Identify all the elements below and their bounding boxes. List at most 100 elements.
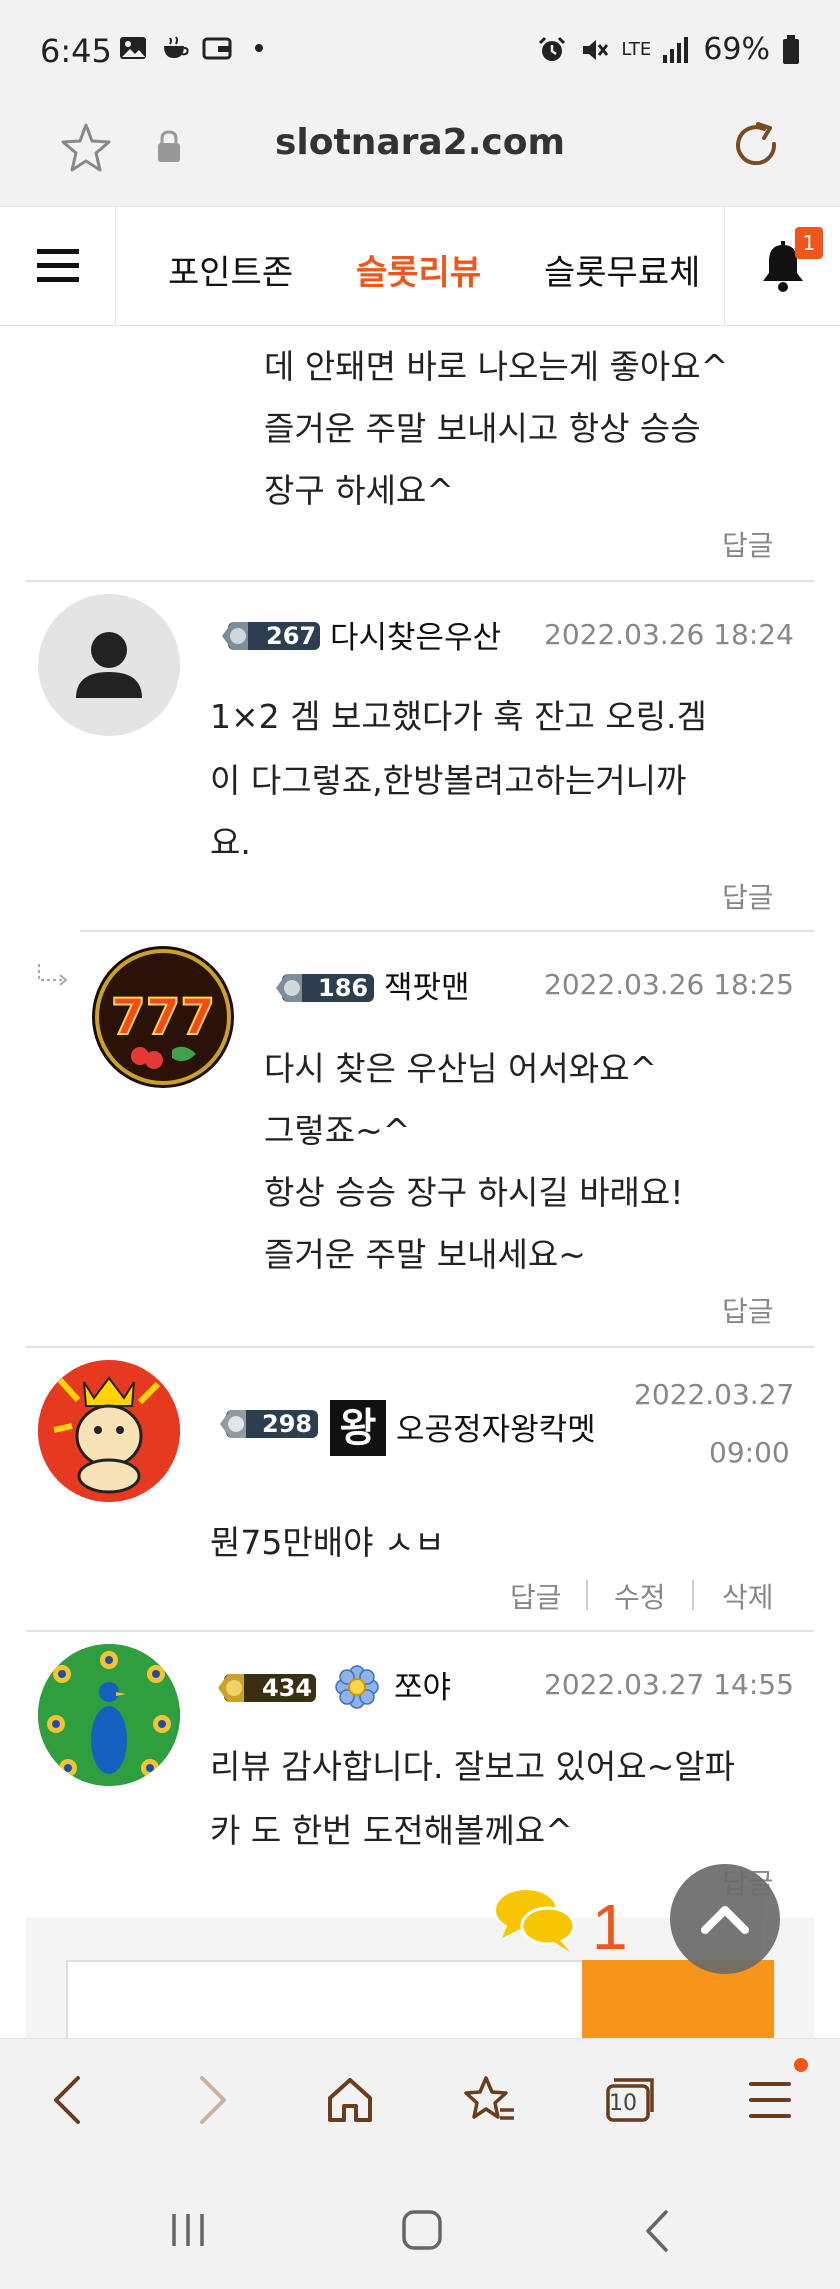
comment-text-line: 카 도 한번 도전해볼께요^	[210, 1811, 573, 1850]
comment-time: 09:00	[709, 1436, 790, 1469]
android-home-icon[interactable]	[400, 2208, 444, 2252]
notification-badge: 1	[795, 227, 823, 259]
tab-slot-free[interactable]: 슬롯무료체	[544, 245, 700, 294]
level-number: 298	[262, 1410, 313, 1438]
forward-button[interactable]	[172, 2060, 252, 2140]
comment-separator	[26, 580, 814, 582]
avatar-king[interactable]	[38, 1360, 180, 1502]
king-badge: 왕	[330, 1400, 386, 1456]
king-character-icon	[38, 1360, 180, 1502]
status-time: 6:45	[40, 32, 112, 70]
forward-arrow-icon	[200, 2076, 226, 2124]
comment-list: 데 안돼면 바로 나오는게 좋아요^ 즐거운 주말 보내시고 항상 승승 장구 …	[0, 326, 840, 2038]
mute-icon	[583, 39, 609, 60]
battery-percent: 69%	[703, 32, 770, 67]
status-bar: 6:45 LTE 69%	[0, 0, 840, 100]
comment-text-line: 1×2 겜 보고했다가 훅 잔고 오링.겜	[210, 697, 707, 736]
avatar-jackpot[interactable]: 777	[92, 946, 234, 1088]
wallet-icon	[202, 37, 232, 60]
comment-separator	[26, 1630, 814, 1632]
svg-text:777: 777	[111, 988, 215, 1046]
recent-apps-icon[interactable]	[168, 2210, 208, 2250]
reply-button[interactable]: 답글	[722, 524, 774, 564]
comment-nickname[interactable]: 다시찾은우산	[330, 612, 501, 657]
action-divider	[586, 1580, 588, 1610]
browser-toolbar	[0, 2038, 840, 2168]
peacock-icon	[38, 1644, 180, 1786]
comment-text-line: 요.	[210, 823, 251, 862]
avatar-default[interactable]	[38, 594, 180, 736]
hamburger-icon	[36, 249, 79, 282]
comment-nickname[interactable]: 쪼야	[394, 1662, 451, 1707]
alarm-icon	[539, 36, 566, 61]
reply-button[interactable]: 답글	[510, 1576, 562, 1616]
nav-tabs: 포인트존 슬롯리뷰 슬롯무료체	[116, 207, 724, 325]
comment-bubble-icon[interactable]	[490, 1880, 586, 1960]
comment-text-line: 리뷰 감사합니다. 잘보고 있어요~알파	[210, 1747, 736, 1786]
comment-separator	[26, 1346, 814, 1348]
comment-submit-button[interactable]	[582, 1960, 774, 2040]
back-arrow-icon	[54, 2076, 80, 2124]
comment-separator	[80, 930, 814, 932]
comment-nickname[interactable]: 잭팟맨	[384, 962, 470, 1007]
reply-button[interactable]: 답글	[722, 876, 774, 916]
comment-text-line: 뭔75만배야 ㅅㅂ	[210, 1523, 445, 1562]
status-icons-left	[118, 34, 274, 62]
home-icon	[328, 2078, 372, 2122]
tab-count: 10	[609, 2091, 637, 2116]
comment-date: 2022.03.27 14:55	[544, 1668, 794, 1701]
comment-text-line: 장구 하세요^	[264, 471, 454, 510]
home-button[interactable]	[310, 2060, 390, 2140]
status-icons-right: LTE 69%	[537, 32, 800, 67]
tab-point-zone[interactable]: 포인트존	[168, 245, 293, 294]
comment-date: 2022.03.26 18:25	[544, 968, 794, 1001]
comment-input[interactable]	[66, 1960, 584, 2040]
level-number: 186	[318, 974, 369, 1002]
menu-notification-dot	[794, 2058, 808, 2072]
comment-text-line: 이 다그렇죠,한방볼려고하는거니까	[210, 761, 687, 800]
edit-button[interactable]: 수정	[614, 1576, 666, 1616]
slot-777-icon: 777	[95, 949, 231, 1085]
android-nav-bar	[0, 2168, 840, 2289]
tabs-button[interactable]: 10	[590, 2060, 670, 2140]
scroll-top-button[interactable]	[670, 1864, 780, 1974]
comment-nickname[interactable]: 오공정자왕칵멧	[396, 1404, 596, 1449]
comment-text-line: 다시 찾은 우산님 어서와요^	[264, 1049, 658, 1088]
comment-text-line: 항상 승승 장구 하시길 바래요!	[264, 1173, 684, 1212]
notification-button[interactable]: 1	[724, 207, 840, 325]
image-icon	[120, 37, 146, 59]
network-type: LTE	[621, 38, 652, 60]
menu-icon	[749, 2082, 791, 2118]
site-nav: 포인트존 슬롯리뷰 슬롯무료체 1	[0, 206, 840, 326]
reload-icon[interactable]	[728, 118, 784, 174]
hamburger-menu-button[interactable]	[0, 207, 116, 325]
reply-arrow-icon	[38, 964, 68, 986]
comment-count[interactable]: 1	[592, 1890, 628, 1964]
signal-icon	[663, 36, 689, 63]
tab-slot-review[interactable]: 슬롯리뷰	[356, 245, 481, 294]
back-button[interactable]	[28, 2060, 108, 2140]
bookmark-list-icon	[464, 2076, 514, 2120]
comment-date: 2022.03.27	[634, 1378, 795, 1411]
battery-icon	[783, 34, 799, 64]
comment-text-line: 즐거운 주말 보내세요~	[264, 1235, 586, 1274]
menu-button[interactable]	[730, 2060, 810, 2140]
reply-button[interactable]: 답글	[722, 1290, 774, 1330]
comment-text-line: 즐거운 주말 보내시고 항상 승승	[264, 409, 701, 448]
teacup-icon	[164, 36, 189, 58]
android-back-icon[interactable]	[642, 2208, 672, 2254]
chevron-up-icon	[701, 1906, 749, 1934]
flower-badge-icon	[335, 1665, 379, 1709]
dot-icon	[255, 44, 263, 52]
comment-date: 2022.03.26 18:24	[544, 618, 794, 651]
avatar-peacock[interactable]	[38, 1644, 180, 1786]
delete-button[interactable]: 삭제	[722, 1576, 774, 1616]
comment-text-line: 그렇죠~^	[264, 1111, 411, 1150]
level-number: 434	[262, 1674, 313, 1702]
comment-text-line: 데 안돼면 바로 나오는게 좋아요^	[264, 347, 729, 386]
url-text[interactable]: slotnara2.com	[0, 122, 840, 163]
action-divider	[692, 1580, 694, 1610]
bookmarks-button[interactable]	[450, 2060, 530, 2140]
level-number: 267	[266, 622, 317, 650]
user-silhouette-icon	[76, 632, 142, 698]
